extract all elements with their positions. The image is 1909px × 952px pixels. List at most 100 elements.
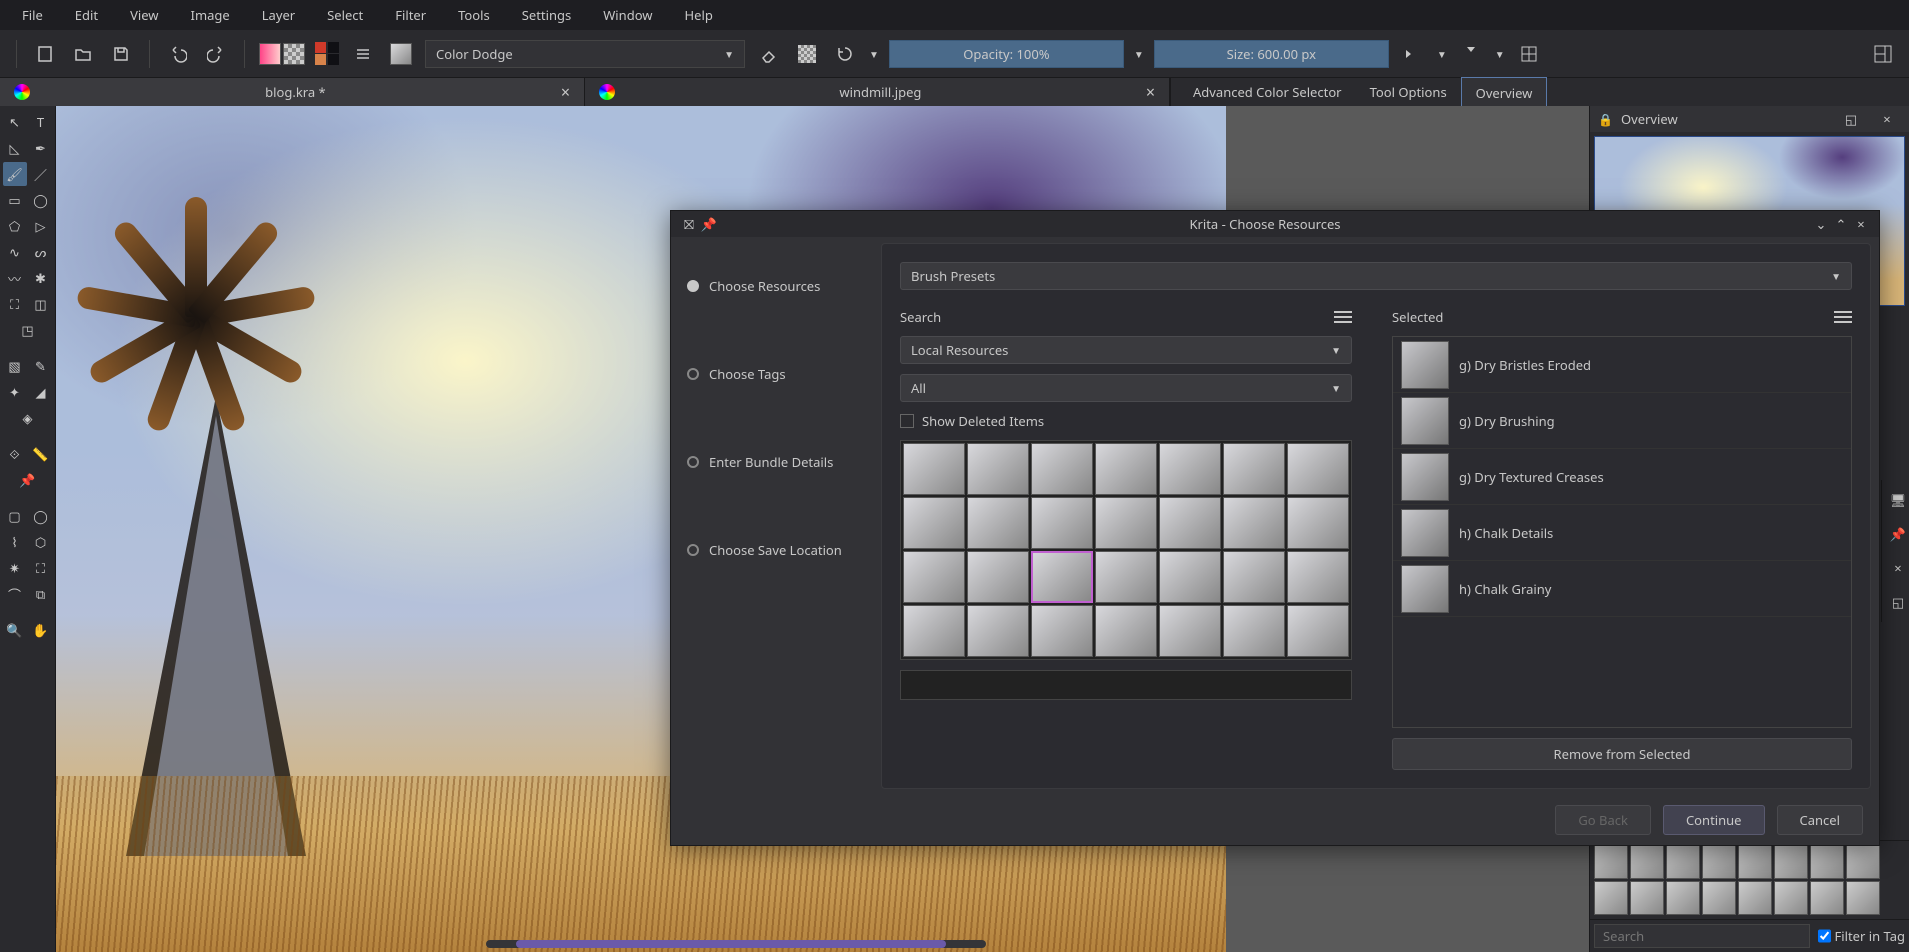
view-options-icon[interactable] bbox=[1834, 311, 1852, 323]
reference-images-tool-icon[interactable]: 📌 bbox=[16, 468, 40, 492]
close-tab-icon[interactable]: × bbox=[561, 81, 570, 103]
document-tab-windmill[interactable]: windmill.jpeg × bbox=[585, 78, 1170, 106]
calligraphy-tool-icon[interactable]: ✒ bbox=[29, 136, 53, 160]
lock-icon[interactable]: 🔒 bbox=[1598, 111, 1613, 128]
selected-item[interactable]: g) Dry Textured Creases bbox=[1393, 449, 1851, 505]
reload-preset-icon[interactable] bbox=[831, 40, 859, 68]
menu-help[interactable]: Help bbox=[671, 0, 727, 30]
fill-tool-icon[interactable]: ▧ bbox=[3, 354, 27, 378]
brush-preset-thumb[interactable] bbox=[1702, 845, 1736, 879]
line-tool-icon[interactable]: ／ bbox=[29, 162, 53, 186]
rect-select-tool-icon[interactable]: ▢ bbox=[3, 504, 27, 528]
dialog-titlebar[interactable]: ⛝ 📌 Krita - Choose Resources ⌄ ⌃ × bbox=[671, 211, 1879, 237]
preset-cell[interactable] bbox=[1095, 443, 1157, 495]
size-slider[interactable]: Size: 600.00 px bbox=[1154, 40, 1389, 68]
preset-cell[interactable] bbox=[1223, 551, 1285, 603]
preset-cell[interactable] bbox=[1031, 551, 1093, 603]
polyline-tool-icon[interactable]: ▷ bbox=[29, 214, 53, 238]
preset-cell[interactable] bbox=[1223, 605, 1285, 657]
contiguous-select-tool-icon[interactable]: ✷ bbox=[3, 556, 27, 580]
open-doc-icon[interactable] bbox=[69, 40, 97, 68]
redo-icon[interactable] bbox=[202, 40, 230, 68]
wizard-step-choose-resources[interactable]: Choose Resources bbox=[687, 277, 865, 295]
color-picker-tool-icon[interactable]: ✎ bbox=[29, 354, 53, 378]
selected-item[interactable]: g) Dry Bristles Eroded bbox=[1393, 337, 1851, 393]
menu-select[interactable]: Select bbox=[313, 0, 377, 30]
preset-cell[interactable] bbox=[967, 551, 1029, 603]
edit-shapes-tool-icon[interactable]: ◺ bbox=[3, 136, 27, 160]
preset-cell[interactable] bbox=[903, 605, 965, 657]
magnetic-select-tool-icon[interactable]: ⧉ bbox=[29, 582, 53, 606]
blend-mode-select[interactable]: Color Dodge ▼ bbox=[425, 40, 745, 68]
zoom-tool-icon[interactable]: 🔍 bbox=[3, 618, 27, 642]
mirror-vertical-icon[interactable] bbox=[1457, 40, 1485, 68]
wizard-step-choose-save[interactable]: Choose Save Location bbox=[687, 541, 865, 559]
chevron-down-icon[interactable]: ▼ bbox=[869, 47, 879, 61]
bezier-tool-icon[interactable]: ∿ bbox=[3, 240, 27, 264]
brush-preset-thumb[interactable] bbox=[1846, 845, 1880, 879]
add-to-selected-slot[interactable] bbox=[900, 670, 1352, 700]
undo-icon[interactable] bbox=[164, 40, 192, 68]
brush-preset-thumb[interactable] bbox=[1630, 881, 1664, 915]
chevron-down-icon[interactable]: ▼ bbox=[1495, 47, 1505, 61]
preset-cell[interactable] bbox=[903, 443, 965, 495]
gradient-swatch[interactable] bbox=[259, 43, 305, 65]
transform-tool-icon[interactable]: ⛶ bbox=[3, 292, 27, 316]
save-doc-icon[interactable] bbox=[107, 40, 135, 68]
preset-cell[interactable] bbox=[1159, 443, 1221, 495]
menu-edit[interactable]: Edit bbox=[61, 0, 112, 30]
menu-window[interactable]: Window bbox=[589, 0, 666, 30]
preset-cell[interactable] bbox=[967, 443, 1029, 495]
panel-tab-tool-options[interactable]: Tool Options bbox=[1356, 77, 1461, 107]
preset-cell[interactable] bbox=[967, 605, 1029, 657]
menu-filter[interactable]: Filter bbox=[381, 0, 440, 30]
brush-preset-thumb[interactable] bbox=[1666, 881, 1700, 915]
menu-tools[interactable]: Tools bbox=[444, 0, 504, 30]
preset-cell[interactable] bbox=[1287, 605, 1349, 657]
preset-cell[interactable] bbox=[1223, 443, 1285, 495]
docker-pin-icon[interactable]: 📌 bbox=[1884, 520, 1909, 548]
wrap-mode-icon[interactable] bbox=[1515, 40, 1543, 68]
chevron-down-icon[interactable]: ▼ bbox=[1134, 47, 1144, 61]
similar-select-tool-icon[interactable]: ⛶ bbox=[29, 556, 53, 580]
preset-cell[interactable] bbox=[1287, 497, 1349, 549]
assistants-tool-icon[interactable]: ⟐ bbox=[3, 442, 27, 466]
brush-preset-thumb[interactable] bbox=[1702, 881, 1736, 915]
brush-preset-thumb[interactable] bbox=[1846, 881, 1880, 915]
free-transform-tool-icon[interactable]: ◫ bbox=[29, 292, 53, 316]
preset-cell[interactable] bbox=[1159, 497, 1221, 549]
preset-cell[interactable] bbox=[1095, 605, 1157, 657]
close-docker-icon[interactable]: × bbox=[1873, 105, 1901, 133]
brush-preset-thumb[interactable] bbox=[1738, 881, 1772, 915]
eraser-mode-icon[interactable] bbox=[755, 40, 783, 68]
smart-fill-tool-icon[interactable]: ✦ bbox=[3, 380, 27, 404]
ellipse-select-tool-icon[interactable]: ◯ bbox=[29, 504, 53, 528]
polygon-tool-icon[interactable]: ⬠ bbox=[3, 214, 27, 238]
show-deleted-checkbox[interactable]: Show Deleted Items bbox=[900, 412, 1352, 430]
preset-cell[interactable] bbox=[1095, 551, 1157, 603]
preset-cell[interactable] bbox=[1287, 443, 1349, 495]
new-doc-icon[interactable] bbox=[31, 40, 59, 68]
panel-tab-color-selector[interactable]: Advanced Color Selector bbox=[1179, 77, 1356, 107]
text-tool-icon[interactable]: T bbox=[29, 110, 53, 134]
bezier-select-tool-icon[interactable]: ⌒ bbox=[3, 582, 27, 606]
fg-bg-colors[interactable] bbox=[315, 42, 339, 66]
dialog-maximize-icon[interactable]: ⌃ bbox=[1831, 215, 1851, 233]
move-tool-icon[interactable]: ↖ bbox=[3, 110, 27, 134]
menu-file[interactable]: File bbox=[8, 0, 57, 30]
dynamic-brush-tool-icon[interactable]: 〰 bbox=[3, 266, 27, 290]
brush-preset-thumb[interactable] bbox=[1774, 845, 1808, 879]
view-options-icon[interactable] bbox=[1334, 311, 1352, 323]
freehand-path-tool-icon[interactable]: ᔕ bbox=[29, 240, 53, 264]
brush-preset-thumb[interactable] bbox=[1630, 845, 1664, 879]
preset-cell[interactable] bbox=[1031, 443, 1093, 495]
close-tab-icon[interactable]: × bbox=[1146, 81, 1155, 103]
source-select[interactable]: Local Resources▼ bbox=[900, 336, 1352, 364]
docker-monitor-icon[interactable]: 🖥 bbox=[1884, 486, 1909, 514]
preset-cell[interactable] bbox=[903, 551, 965, 603]
alpha-lock-icon[interactable] bbox=[793, 40, 821, 68]
selected-item[interactable]: h) Chalk Grainy bbox=[1393, 561, 1851, 617]
wizard-step-choose-tags[interactable]: Choose Tags bbox=[687, 365, 865, 383]
selected-item[interactable]: g) Dry Brushing bbox=[1393, 393, 1851, 449]
polygonal-select-tool-icon[interactable]: ⬡ bbox=[29, 530, 53, 554]
